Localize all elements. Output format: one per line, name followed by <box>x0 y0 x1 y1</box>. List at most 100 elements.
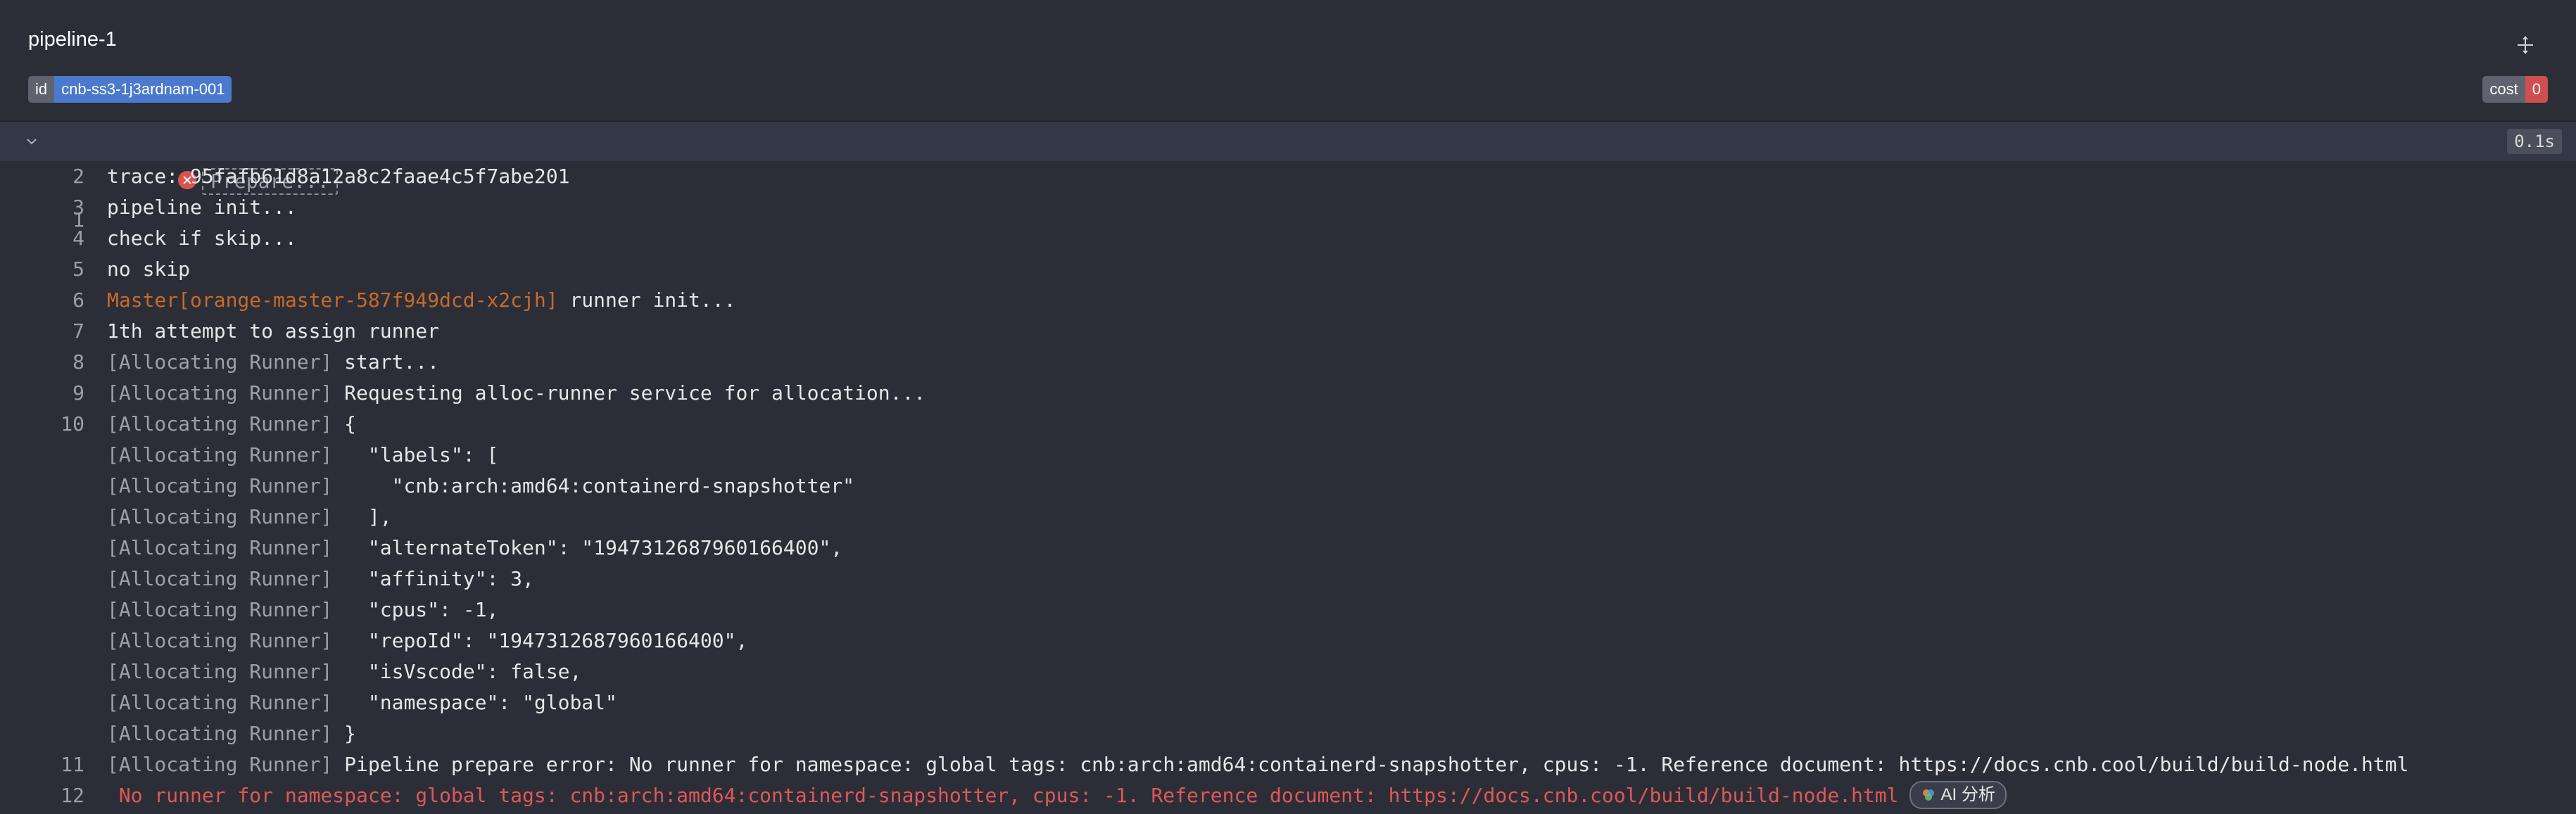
expand-vertical-icon[interactable] <box>2511 31 2539 59</box>
log-tag: [Allocating Runner] <box>107 598 333 621</box>
log-line: 4 check if skip... <box>0 223 2576 254</box>
log-line: 6 Master[orange-master-587f949dcd-x2cjh] … <box>0 285 2576 316</box>
id-badge-key: id <box>28 76 55 103</box>
id-badge-value: cnb-ss3-1j3ardnam-001 <box>54 76 232 103</box>
log-line-content: [Allocating Runner] ], <box>107 502 392 533</box>
log-stage-header[interactable]: 1 Prepare... 0.1s <box>0 122 2576 231</box>
log-text: "labels": [ <box>332 443 499 466</box>
log-tag: [Allocating Runner] <box>107 629 333 652</box>
line-number: 9 <box>72 381 84 405</box>
log-text: no skip <box>107 257 191 281</box>
log-line-content: no skip <box>107 254 190 285</box>
log-line-content: 1th attempt to assign runner <box>107 316 439 347</box>
log-line: 5 no skip <box>0 254 2576 285</box>
log-text: Requesting alloc-runner service for allo… <box>332 381 926 405</box>
collapse-chevron-icon[interactable] <box>21 122 42 161</box>
log-line-content: [Allocating Runner] "cnb:arch:amd64:cont… <box>107 471 854 502</box>
log-line-content: [Allocating Runner] "cpus": -1, <box>107 594 498 625</box>
log-line-content: [Allocating Runner] start... <box>107 347 439 378</box>
id-badge: id cnb-ss3-1j3ardnam-001 <box>28 76 232 103</box>
log-text: trace: 95fafb61d8a12a8c2faae4c5f7abe201 <box>107 165 570 188</box>
pipeline-header: pipeline-1 id cnb-ss3-1j3ardnam-001 cost… <box>0 0 2576 122</box>
log-line-content: [Allocating Runner] Pipeline prepare err… <box>107 749 2408 780</box>
log-tag: [Allocating Runner] <box>107 567 333 590</box>
log-text: runner init... <box>557 288 736 312</box>
log-text: pipeline init... <box>107 196 297 219</box>
log-line: [Allocating Runner] } <box>0 718 2576 749</box>
log-line-content: check if skip... <box>107 223 297 254</box>
line-number: 8 <box>72 350 84 374</box>
log-text: "affinity": 3, <box>332 567 534 590</box>
line-number: 12 <box>61 784 84 807</box>
log-text: check if skip... <box>107 227 297 250</box>
expand-arrows-icon <box>2518 36 2533 54</box>
ai-sparkle-icon <box>1923 789 1935 801</box>
log-text: "namespace": "global" <box>332 691 617 714</box>
cost-badge: cost 0 <box>2482 76 2548 103</box>
log-line-content: [Allocating Runner] "isVscode": false, <box>107 656 581 687</box>
log-line: 11 [Allocating Runner] Pipeline prepare e… <box>0 749 2576 780</box>
log-text: } <box>332 722 357 745</box>
log-line: [Allocating Runner] "alternateToken": "1… <box>0 533 2576 564</box>
log-line: [Allocating Runner] "affinity": 3, <box>0 564 2576 594</box>
log-tag: [Allocating Runner] <box>107 753 333 776</box>
log-line-content: Master[orange-master-587f949dcd-x2cjh] r… <box>107 285 735 316</box>
master-tag: Master[orange-master-587f949dcd-x2cjh] <box>107 288 558 312</box>
log-tag: [Allocating Runner] <box>107 505 333 528</box>
log-tag: [Allocating Runner] <box>107 412 333 435</box>
log-line: 2 trace: 95fafb61d8a12a8c2faae4c5f7abe201 <box>0 161 2576 192</box>
log-tag: [Allocating Runner] <box>107 474 333 497</box>
pipeline-title: pipeline-1 <box>28 28 117 51</box>
log-line: 10 [Allocating Runner] { <box>0 409 2576 440</box>
log-line-content: [Allocating Runner] "namespace": "global… <box>107 687 617 718</box>
log-line-content: [Allocating Runner] "affinity": 3, <box>107 564 534 594</box>
error-message: No runner for namespace: global tags: cn… <box>107 784 1899 807</box>
log-line-content: No runner for namespace: global tags: cn… <box>107 780 2007 811</box>
log-text: "cnb:arch:amd64:containerd-snapshotter" <box>332 474 855 497</box>
cost-badge-key: cost <box>2482 76 2525 103</box>
log-text: "alternateToken": "1947312687960166400", <box>332 536 843 559</box>
line-number: 11 <box>61 753 84 776</box>
log-tag: [Allocating Runner] <box>107 691 333 714</box>
log-tag: [Allocating Runner] <box>107 536 333 559</box>
line-number: 6 <box>72 288 84 312</box>
log-output: 1 Prepare... 0.1s 2 trace: 95fafb61d8a12a… <box>0 122 2576 811</box>
line-number: 2 <box>72 165 84 188</box>
line-number: 4 <box>72 227 84 250</box>
log-tag: [Allocating Runner] <box>107 660 333 683</box>
log-text: Pipeline prepare error: No runner for na… <box>332 753 2409 776</box>
duration-badge: 0.1s <box>2507 129 2562 154</box>
log-text: "repoId": "1947312687960166400", <box>332 629 748 652</box>
log-line-content: [Allocating Runner] { <box>107 409 356 440</box>
log-line: [Allocating Runner] "namespace": "global… <box>0 687 2576 718</box>
log-line-content: [Allocating Runner] } <box>107 718 356 749</box>
line-number: 5 <box>72 257 84 281</box>
line-number: 10 <box>61 412 84 435</box>
log-line-content: [Allocating Runner] "labels": [ <box>107 440 498 471</box>
log-text: ], <box>332 505 392 528</box>
log-text: "cpus": -1, <box>332 598 499 621</box>
log-line: [Allocating Runner] "labels": [ <box>0 440 2576 471</box>
cost-badge-value: 0 <box>2525 76 2548 103</box>
log-tag: [Allocating Runner] <box>107 381 333 405</box>
log-line-content: [Allocating Runner] "repoId": "194731268… <box>107 625 747 656</box>
log-line: 7 1th attempt to assign runner <box>0 316 2576 347</box>
log-line: 8 [Allocating Runner] start... <box>0 347 2576 378</box>
log-line: [Allocating Runner] "cnb:arch:amd64:cont… <box>0 471 2576 502</box>
log-line: [Allocating Runner] "cpus": -1, <box>0 594 2576 625</box>
line-number: 7 <box>72 319 84 343</box>
log-line: [Allocating Runner] ], <box>0 502 2576 533</box>
line-number: 3 <box>72 196 84 219</box>
chevron-down-icon <box>27 139 37 145</box>
ai-analyze-label: AI 分析 <box>1940 785 1995 804</box>
ai-analyze-button[interactable]: AI 分析 <box>1909 781 2007 809</box>
log-line: 3 pipeline init... <box>0 192 2576 223</box>
log-line-error: 12 No runner for namespace: global tags:… <box>0 780 2576 811</box>
log-tag: [Allocating Runner] <box>107 443 333 466</box>
log-line-content: pipeline init... <box>107 192 297 223</box>
log-text: "isVscode": false, <box>332 660 582 683</box>
log-text: 1th attempt to assign runner <box>107 319 440 343</box>
log-line-content: trace: 95fafb61d8a12a8c2faae4c5f7abe201 <box>107 161 569 192</box>
log-line: 9 [Allocating Runner] Requesting alloc-ru… <box>0 378 2576 409</box>
log-line: [Allocating Runner] "isVscode": false, <box>0 656 2576 687</box>
